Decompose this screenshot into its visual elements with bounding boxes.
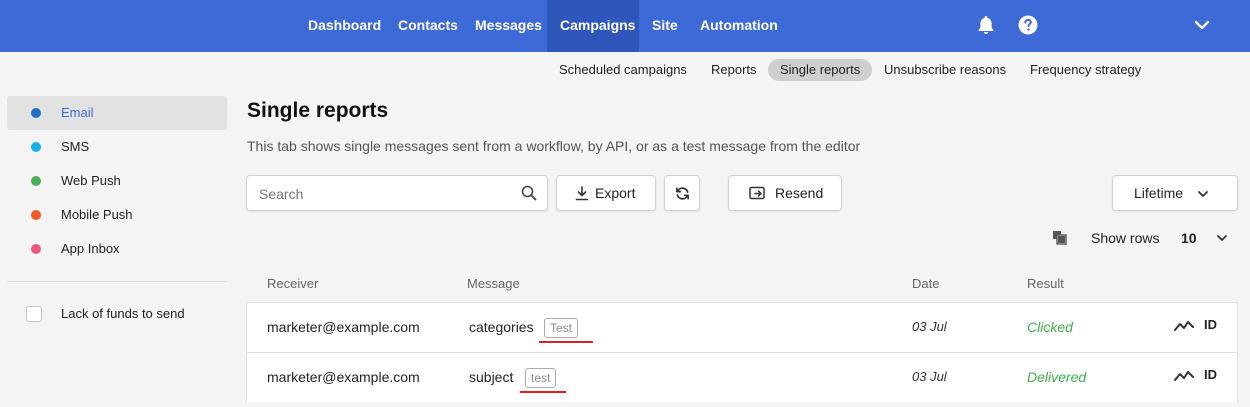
export-label: Export (595, 185, 636, 201)
column-header-date[interactable]: Date (912, 276, 939, 291)
sidebar-item-label: App Inbox (61, 241, 120, 256)
sidebar-item-label: SMS (61, 139, 90, 154)
lack-of-funds-checkbox[interactable] (26, 306, 42, 322)
subtab-scheduled-campaigns[interactable]: Scheduled campaigns (559, 59, 687, 81)
message-cell: subject (469, 369, 514, 385)
receiver-cell: marketer@example.com (267, 369, 420, 385)
resend-button[interactable]: Resend (728, 175, 842, 211)
result-cell: Delivered (1027, 369, 1087, 385)
receiver-cell: marketer@example.com (267, 319, 420, 335)
sidebar-item-label: Email (61, 105, 94, 120)
message-cell: categories (469, 319, 534, 335)
chevron-down-icon[interactable] (1216, 232, 1228, 244)
refresh-button[interactable] (664, 175, 700, 211)
column-header-result[interactable]: Result (1027, 276, 1064, 291)
column-header-message[interactable]: Message (467, 276, 520, 291)
activity-icon[interactable] (1174, 319, 1194, 333)
period-select-value: Lifetime (1134, 185, 1184, 201)
export-button[interactable]: Export (556, 175, 656, 211)
sidebar-item-email[interactable]: Email (7, 96, 227, 130)
highlight-underline (520, 391, 566, 393)
copy-icon[interactable] (1052, 230, 1067, 245)
id-link[interactable]: ID (1204, 353, 1217, 397)
sidebar-item-label: Web Push (61, 173, 121, 188)
subtab-unsubscribe-reasons[interactable]: Unsubscribe reasons (884, 59, 1006, 81)
mobile-push-dot-icon (31, 210, 41, 220)
top-nav: Dashboard Contacts Messages Campaigns Si… (0, 0, 1250, 52)
activity-icon[interactable] (1174, 369, 1194, 383)
app-inbox-dot-icon (31, 244, 41, 254)
sidebar-item-mobile-push[interactable]: Mobile Push (7, 198, 227, 232)
date-cell: 03 Jul (912, 319, 947, 334)
table-row[interactable]: marketer@example.com categories Test 03 … (246, 302, 1238, 352)
subtab-reports[interactable]: Reports (711, 59, 757, 81)
sidebar-item-label: Mobile Push (61, 207, 133, 222)
subtab-single-reports[interactable]: Single reports (768, 59, 873, 81)
nav-campaigns[interactable]: Campaigns (547, 0, 639, 52)
page-title: Single reports (247, 99, 389, 122)
highlight-underline (539, 341, 593, 343)
chevron-down-icon[interactable] (1191, 14, 1213, 36)
date-cell: 03 Jul (912, 369, 947, 384)
result-cell: Clicked (1027, 319, 1073, 335)
sidebar-item-sms[interactable]: SMS (7, 130, 227, 164)
period-select[interactable]: Lifetime (1112, 175, 1238, 211)
sidebar-divider (7, 281, 227, 282)
refresh-icon (676, 187, 689, 200)
show-rows-label: Show rows (1091, 230, 1160, 246)
test-badge: test (525, 368, 557, 388)
search-icon[interactable] (521, 185, 537, 201)
show-rows-value[interactable]: 10 (1181, 230, 1197, 246)
lack-of-funds-label: Lack of funds to send (61, 306, 185, 321)
nav-contacts[interactable]: Contacts (398, 0, 458, 52)
id-link[interactable]: ID (1204, 303, 1217, 347)
table-row[interactable]: marketer@example.com subject test 03 Jul… (246, 352, 1238, 402)
test-badge: Test (544, 318, 579, 338)
nav-site[interactable]: Site (652, 0, 678, 52)
page-description: This tab shows single messages sent from… (247, 138, 861, 154)
nav-messages[interactable]: Messages (475, 0, 542, 52)
bell-icon[interactable] (975, 14, 997, 36)
search-input[interactable] (259, 184, 509, 204)
web-push-dot-icon (31, 176, 41, 186)
column-header-receiver[interactable]: Receiver (267, 276, 318, 291)
sidebar-item-web-push[interactable]: Web Push (7, 164, 227, 198)
subtab-frequency-strategy[interactable]: Frequency strategy (1030, 59, 1141, 81)
chevron-down-icon (1198, 191, 1208, 197)
search-box (246, 175, 548, 211)
sidebar-item-app-inbox[interactable]: App Inbox (7, 232, 227, 266)
help-icon[interactable] (1017, 14, 1039, 36)
resend-icon (749, 186, 765, 200)
sms-dot-icon (31, 142, 41, 152)
download-icon (575, 186, 589, 201)
resend-label: Resend (775, 185, 824, 201)
email-dot-icon (31, 108, 41, 118)
nav-dashboard[interactable]: Dashboard (308, 0, 381, 52)
nav-automation[interactable]: Automation (700, 0, 778, 52)
